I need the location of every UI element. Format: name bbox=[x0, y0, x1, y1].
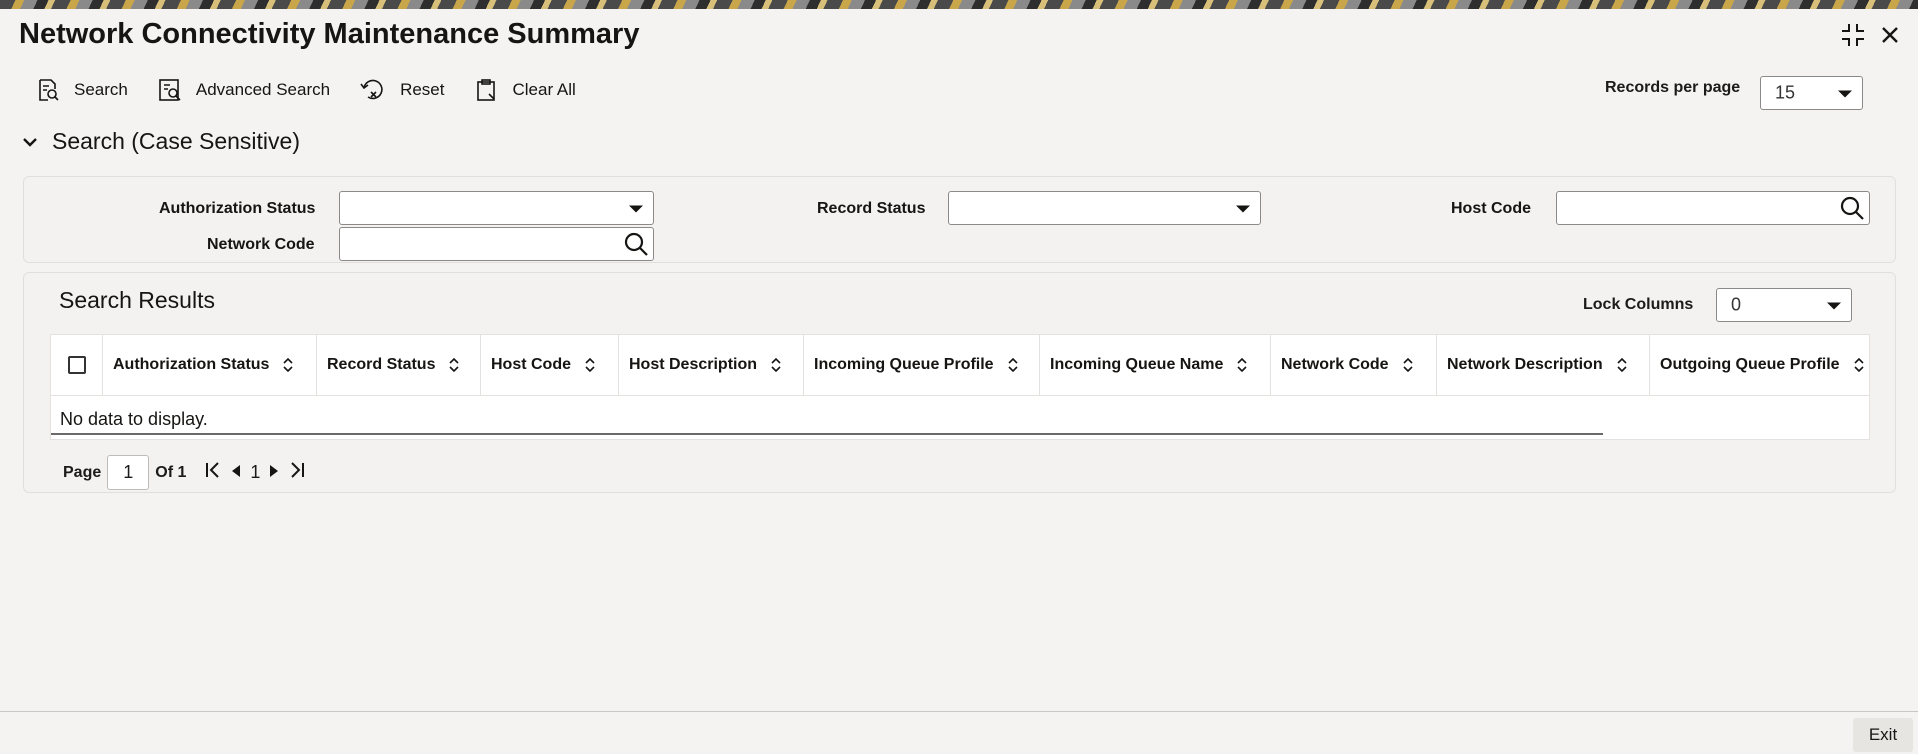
records-per-page-label: Records per page bbox=[1605, 79, 1741, 96]
record-status-label: Record Status bbox=[817, 200, 926, 217]
footer-divider bbox=[0, 711, 1918, 712]
search-section-title: Search (Case Sensitive) bbox=[52, 128, 300, 154]
next-page-icon[interactable] bbox=[268, 462, 280, 483]
host-code-input[interactable] bbox=[1556, 191, 1870, 225]
records-per-page-select[interactable]: 15 bbox=[1760, 76, 1863, 110]
host-code-label: Host Code bbox=[1451, 200, 1531, 217]
column-label: Host Code bbox=[491, 356, 571, 373]
decorative-header-strip bbox=[0, 0, 1918, 9]
clear-all-label: Clear All bbox=[512, 80, 576, 99]
table-header: Authorization Status Record Status Host … bbox=[51, 335, 1869, 396]
chevron-down-icon bbox=[1838, 90, 1852, 98]
sort-icon bbox=[449, 358, 460, 372]
sort-icon bbox=[1008, 358, 1018, 372]
collapse-icon[interactable] bbox=[1840, 22, 1866, 53]
page-title: Network Connectivity Maintenance Summary bbox=[19, 18, 640, 50]
sort-icon bbox=[771, 358, 781, 372]
sort-icon bbox=[1403, 358, 1413, 372]
column-incoming-queue-profile[interactable]: Incoming Queue Profile bbox=[804, 335, 1040, 395]
column-host-code[interactable]: Host Code bbox=[481, 335, 619, 395]
search-button-label: Search bbox=[74, 80, 128, 99]
search-icon[interactable] bbox=[623, 231, 649, 262]
advanced-search-icon bbox=[159, 79, 181, 101]
sort-icon bbox=[283, 358, 294, 372]
lock-columns-select[interactable]: 0 bbox=[1716, 288, 1852, 322]
reset-label: Reset bbox=[400, 80, 445, 99]
column-label: Network Code bbox=[1281, 356, 1389, 373]
search-button[interactable]: Search bbox=[36, 78, 128, 102]
clipboard-icon bbox=[476, 79, 495, 101]
sort-icon bbox=[1617, 358, 1627, 372]
record-status-select[interactable] bbox=[948, 191, 1261, 225]
clear-all-button[interactable]: Clear All bbox=[475, 78, 576, 102]
column-authorization-status[interactable]: Authorization Status bbox=[103, 335, 317, 395]
window-controls bbox=[1840, 22, 1900, 53]
column-label: Outgoing Queue Profile bbox=[1660, 356, 1840, 373]
column-label: Record Status bbox=[327, 356, 436, 373]
page-link[interactable]: 1 bbox=[250, 462, 260, 483]
select-all-cell bbox=[51, 335, 103, 395]
advanced-search-label: Advanced Search bbox=[195, 80, 331, 99]
chevron-down-icon bbox=[23, 137, 37, 147]
search-icon[interactable] bbox=[1839, 195, 1865, 226]
select-all-checkbox[interactable] bbox=[67, 356, 86, 374]
page-of-label: Of 1 bbox=[155, 463, 187, 481]
column-record-status[interactable]: Record Status bbox=[317, 335, 481, 395]
search-doc-icon bbox=[39, 79, 59, 101]
sort-icon bbox=[1237, 358, 1247, 372]
network-code-label: Network Code bbox=[207, 236, 315, 253]
last-page-icon[interactable] bbox=[288, 461, 306, 484]
page-number-input[interactable]: 1 bbox=[107, 455, 150, 490]
exit-button[interactable]: Exit bbox=[1853, 718, 1913, 752]
column-network-code[interactable]: Network Code bbox=[1271, 335, 1437, 395]
pagination: Page 1 Of 1 1 bbox=[63, 455, 306, 490]
reset-button[interactable]: Reset bbox=[360, 78, 445, 102]
sort-icon bbox=[585, 358, 595, 372]
network-code-input[interactable] bbox=[339, 227, 654, 261]
column-label: Host Description bbox=[629, 356, 758, 373]
previous-page-icon[interactable] bbox=[230, 462, 242, 483]
column-label: Incoming Queue Profile bbox=[814, 356, 994, 373]
lock-columns-value: 0 bbox=[1731, 294, 1742, 315]
column-network-description[interactable]: Network Description bbox=[1437, 335, 1650, 395]
search-results-title: Search Results bbox=[59, 287, 215, 313]
column-label: Network Description bbox=[1447, 356, 1603, 373]
column-incoming-queue-name[interactable]: Incoming Queue Name bbox=[1040, 335, 1271, 395]
page-label: Page bbox=[63, 463, 102, 481]
authorization-status-select[interactable] bbox=[339, 191, 654, 225]
horizontal-scrollbar[interactable] bbox=[51, 433, 1603, 435]
results-table: Authorization Status Record Status Host … bbox=[50, 334, 1870, 440]
close-icon[interactable] bbox=[1880, 25, 1900, 50]
advanced-search-button[interactable]: Advanced Search bbox=[158, 78, 330, 102]
column-label: Incoming Queue Name bbox=[1050, 356, 1224, 373]
column-host-description[interactable]: Host Description bbox=[619, 335, 804, 395]
toolbar: Search Advanced Search Reset Clear All bbox=[36, 78, 606, 102]
search-section-toggle[interactable]: Search (Case Sensitive) bbox=[22, 128, 300, 155]
column-label: Authorization Status bbox=[113, 356, 270, 373]
empty-table-message: No data to display. bbox=[60, 409, 208, 429]
chevron-down-icon bbox=[1236, 205, 1250, 213]
chevron-down-icon bbox=[629, 205, 643, 213]
sort-icon bbox=[1853, 358, 1864, 372]
records-per-page-value: 15 bbox=[1775, 82, 1796, 103]
lock-columns-label: Lock Columns bbox=[1583, 296, 1694, 313]
column-outgoing-queue-profile[interactable]: Outgoing Queue Profile bbox=[1650, 335, 1869, 395]
reset-icon bbox=[360, 79, 383, 100]
first-page-icon[interactable] bbox=[204, 461, 222, 484]
chevron-down-icon bbox=[1827, 302, 1841, 310]
authorization-status-label: Authorization Status bbox=[159, 200, 316, 217]
